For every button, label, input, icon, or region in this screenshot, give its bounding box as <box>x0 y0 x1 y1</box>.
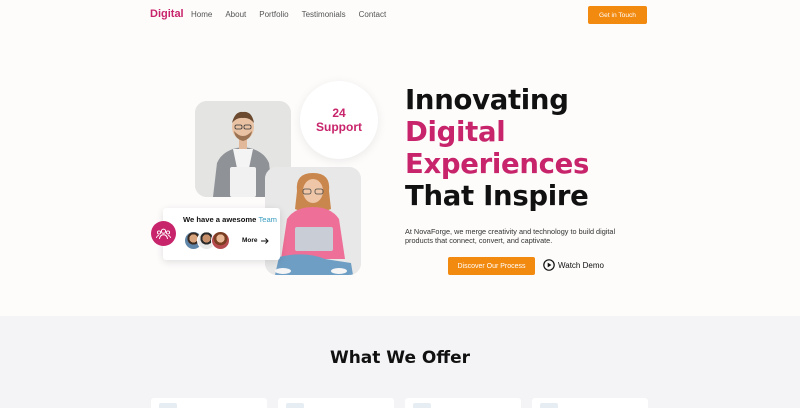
service-icon <box>540 403 558 408</box>
hero-headline: Innovating Digital Experiences That Insp… <box>405 84 589 212</box>
offer-section-title: What We Offer <box>329 348 471 368</box>
headline-line-3: Experiences <box>405 148 590 180</box>
team-card: We have a awesome Team More <box>163 208 280 260</box>
team-card-title: We have a awesome Team <box>183 215 277 224</box>
play-circle-icon <box>543 259 555 271</box>
support-badge: 24 Support <box>300 81 378 159</box>
service-icon <box>159 403 177 408</box>
headline-line-1: Innovating <box>405 84 569 116</box>
get-in-touch-button[interactable]: Get in Touch <box>588 6 647 24</box>
nav-links: Home About Portfolio Testimonials Contac… <box>191 10 399 19</box>
nav-link-portfolio[interactable]: Portfolio <box>259 10 288 19</box>
offer-card[interactable] <box>532 398 648 408</box>
offer-card[interactable] <box>151 398 267 408</box>
nav-link-contact[interactable]: Contact <box>359 10 387 19</box>
more-link[interactable]: More <box>242 237 269 244</box>
nav-link-testimonials[interactable]: Testimonials <box>302 10 346 19</box>
support-number: 24 <box>332 106 346 120</box>
team-card-title-accent: Team <box>258 215 278 224</box>
arrow-right-icon <box>260 237 269 244</box>
team-avatars <box>184 231 244 251</box>
support-label: Support <box>316 120 362 134</box>
more-label: More <box>242 237 258 244</box>
service-icon <box>286 403 304 408</box>
nav-link-home[interactable]: Home <box>191 10 212 19</box>
nav-link-about[interactable]: About <box>225 10 246 19</box>
watch-demo-label: Watch Demo <box>558 260 604 270</box>
top-nav: Digital Home About Portfolio Testimonial… <box>0 0 800 30</box>
service-icon <box>413 403 431 408</box>
offer-card[interactable] <box>278 398 394 408</box>
brand-logo[interactable]: Digital <box>150 8 184 20</box>
hero-section <box>0 30 800 316</box>
headline-line-2: Digital <box>405 116 506 148</box>
team-badge <box>151 221 176 246</box>
offer-card[interactable] <box>405 398 521 408</box>
discover-process-button[interactable]: Discover Our Process <box>448 257 535 275</box>
watch-demo-button[interactable]: Watch Demo <box>543 259 604 271</box>
team-card-title-text: We have a awesome <box>183 215 257 224</box>
headline-line-4: That Inspire <box>405 180 589 212</box>
group-icon <box>156 228 171 239</box>
hero-subtext: At NovaForge, we merge creativity and te… <box>405 227 616 246</box>
avatar <box>211 231 230 250</box>
